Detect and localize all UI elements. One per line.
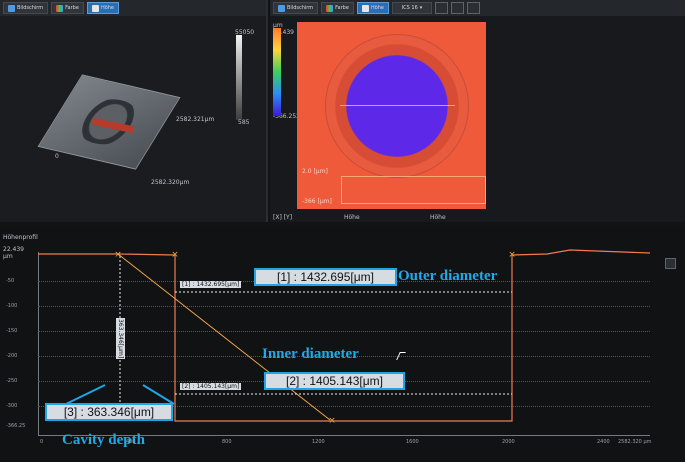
map-dropdown[interactable]: ICS 16 ▾ <box>392 2 433 14</box>
scale-top-value: 55050 <box>235 29 255 36</box>
annular-cavity <box>325 34 469 178</box>
vertical-depth-label: 363.346[μm] <box>116 318 125 360</box>
x-tick: 2400 <box>597 439 610 445</box>
y-tick: -100 <box>6 303 18 309</box>
y-tick: -50 <box>6 278 15 284</box>
inner-small-label: [2] : 1405.143[μm] <box>180 383 242 390</box>
palette-icon <box>326 4 334 12</box>
height-color-legend <box>273 28 281 116</box>
height-icon <box>91 4 99 12</box>
height-scale-bar <box>236 35 242 120</box>
3d-view-toolbar: Bildschirm Farbe Höhe <box>0 0 266 16</box>
outer-diameter-callout: [1] : 1432.695[μm] <box>254 268 397 286</box>
height-mode-button[interactable]: Höhe <box>86 2 120 14</box>
x-dimension-label: 2582.320μm <box>151 179 190 186</box>
screen-mode-button[interactable]: Bildschirm <box>3 2 49 14</box>
y-tick: -200 <box>6 353 18 359</box>
chevron-down-icon: ▾ <box>419 5 423 11</box>
y-tick: -250 <box>6 378 18 384</box>
cavity-depth-callout: [3] : 363.346[μm] <box>45 403 173 421</box>
outer-small-label: [1] : 1432.695[μm] <box>180 281 242 288</box>
grid-line <box>38 331 650 332</box>
profile-chart-panel: Höhenprofil 22.439 μm × × × × [1] : 1432… <box>0 226 685 462</box>
map-height-button[interactable]: Höhe <box>356 2 390 14</box>
inner-diameter-callout: [2] : 1405.143[μm] <box>264 372 405 390</box>
origin-label: 0 <box>55 153 59 160</box>
footer-height: Höhe <box>344 214 360 221</box>
edit-icon[interactable] <box>467 2 481 14</box>
profile-title: Höhenprofil <box>3 234 38 241</box>
inner-diameter-label: Inner diameter <box>262 346 359 362</box>
profile-cross-line <box>340 105 455 106</box>
mini-profile-box <box>341 176 486 204</box>
y-tick: -366.25 <box>6 423 26 429</box>
edit-icon[interactable] <box>665 258 676 269</box>
y-top-value: 22.439 <box>3 246 24 253</box>
screen-icon <box>278 4 285 12</box>
footer-height-2: Höhe <box>430 214 446 221</box>
color-mode-button[interactable]: Farbe <box>51 2 84 14</box>
palette-icon <box>56 4 64 12</box>
3d-view-panel: Bildschirm Farbe Höhe 55050 585 2582.321… <box>0 0 268 222</box>
map-screen-button[interactable]: Bildschirm <box>273 2 319 14</box>
x-tick: 2582.320 μm <box>618 439 652 445</box>
footer-xy: [X] [Y] <box>273 214 293 221</box>
search-icon[interactable] <box>435 2 449 14</box>
x-tick: 0 <box>40 439 44 445</box>
y-dimension-label: 2582.321μm <box>176 116 215 123</box>
y-tick: -300 <box>6 403 18 409</box>
y-tick: -150 <box>6 328 18 334</box>
grid-line <box>38 306 650 307</box>
pen-icon[interactable] <box>451 2 465 14</box>
mini-profile-bottom: -366 [μm] <box>302 198 332 205</box>
x-tick: 400 <box>126 439 136 445</box>
x-tick: 800 <box>222 439 232 445</box>
height-map: 2.0 [μm] -366 [μm] <box>297 22 486 209</box>
x-tick: 1200 <box>312 439 325 445</box>
map-color-button[interactable]: Farbe <box>321 2 354 14</box>
mini-profile-top: 2.0 [μm] <box>302 168 328 175</box>
height-map-toolbar: Bildschirm Farbe Höhe ICS 16 ▾ <box>270 0 685 16</box>
outer-diameter-label: Outer diameter <box>398 268 498 284</box>
scale-bottom-value: 585 <box>238 119 250 126</box>
screen-icon <box>8 4 15 12</box>
y-unit: μm <box>3 253 13 260</box>
height-icon <box>361 4 369 12</box>
x-tick: 2000 <box>502 439 515 445</box>
x-tick: 1600 <box>406 439 419 445</box>
